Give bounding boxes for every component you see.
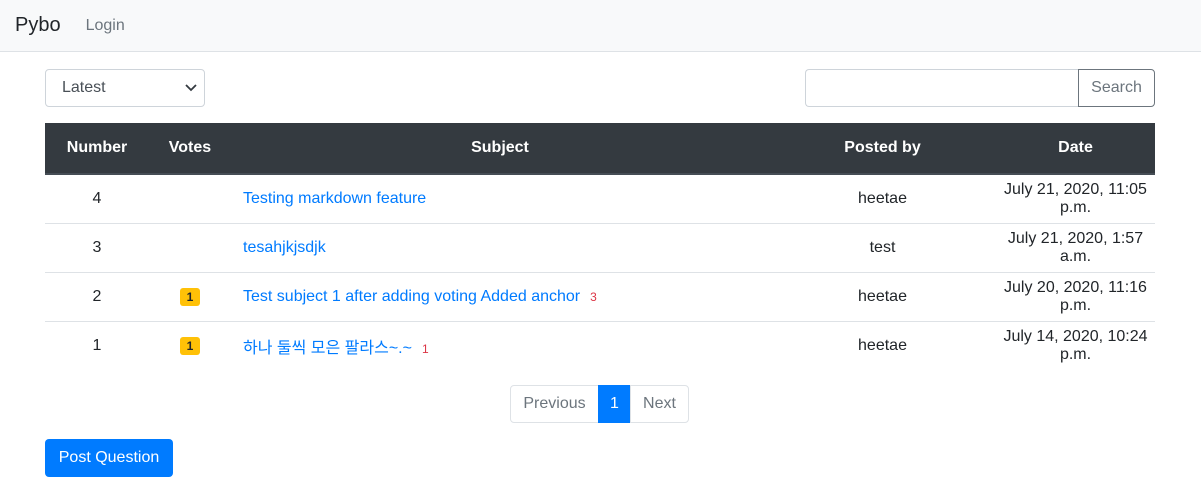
previous-page-button[interactable]: Previous	[510, 385, 599, 423]
row-subject: Testing markdown feature	[231, 174, 769, 224]
question-link[interactable]: Test subject 1 after adding voting Added…	[243, 288, 580, 305]
table-row: 4 Testing markdown feature heetae July 2…	[45, 174, 1155, 224]
brand-link[interactable]: Pybo	[15, 14, 61, 37]
header-number: Number	[45, 123, 149, 175]
next-page-button[interactable]: Next	[630, 385, 689, 423]
row-subject: 하나 둘씩 모은 팔라스~.~ 1	[231, 321, 769, 370]
row-date: July 20, 2020, 11:16 p.m.	[996, 272, 1155, 322]
table-header-row: Number Votes Subject Posted by Date	[45, 123, 1155, 175]
vote-count-badge: 1	[179, 337, 201, 355]
header-posted-by: Posted by	[769, 123, 996, 175]
row-number: 1	[45, 321, 149, 370]
question-table: Number Votes Subject Posted by Date 4 Te…	[45, 123, 1155, 370]
sort-select[interactable]: Latest	[45, 69, 205, 107]
table-row: 1 1 하나 둘씩 모은 팔라스~.~ 1 heetae July 14, 202…	[45, 321, 1155, 370]
header-date: Date	[996, 123, 1155, 175]
search-input[interactable]	[805, 69, 1078, 107]
question-link[interactable]: tesahjkjsdjk	[243, 239, 326, 256]
pagination: Previous 1 Next	[510, 385, 689, 423]
toolbar: Latest Search	[45, 69, 1155, 107]
row-number: 3	[45, 223, 149, 273]
header-subject: Subject	[231, 123, 769, 175]
header-votes: Votes	[149, 123, 231, 175]
sort-select-value: Latest	[62, 79, 106, 96]
row-number: 2	[45, 272, 149, 322]
row-date: July 21, 2020, 11:05 p.m.	[1004, 181, 1147, 216]
chevron-down-icon	[185, 84, 197, 92]
navbar: Pybo Login	[0, 0, 1201, 52]
answer-count: 1	[421, 342, 429, 356]
row-author: test	[769, 223, 996, 273]
row-votes	[149, 223, 231, 273]
page-1-button[interactable]: 1	[598, 385, 631, 423]
table-row: 2 1 Test subject 1 after adding voting A…	[45, 272, 1155, 322]
row-subject: Test subject 1 after adding voting Added…	[231, 272, 769, 322]
row-subject: tesahjkjsdjk	[231, 223, 769, 273]
question-link[interactable]: Testing markdown feature	[243, 190, 426, 207]
answer-count: 3	[590, 290, 597, 304]
table-row: 3 tesahjkjsdjk test July 21, 2020, 1:57 …	[45, 223, 1155, 273]
vote-count-badge: 1	[179, 288, 201, 306]
row-votes: 1	[149, 321, 231, 370]
search-button[interactable]: Search	[1078, 69, 1155, 107]
row-author: heetae	[769, 321, 996, 370]
post-question-button[interactable]: Post Question	[45, 439, 173, 477]
question-link[interactable]: 하나 둘씩 모은 팔라스~.~	[243, 340, 412, 357]
row-author: heetae	[769, 272, 996, 322]
search-group: Search	[805, 69, 1155, 107]
login-link[interactable]: Login	[86, 17, 125, 35]
row-votes	[149, 174, 231, 224]
row-number: 4	[92, 190, 102, 207]
row-date: July 21, 2020, 1:57 a.m.	[996, 223, 1155, 273]
row-votes: 1	[149, 272, 231, 322]
row-author: heetae	[858, 190, 907, 207]
row-date: July 14, 2020, 10:24 p.m.	[996, 321, 1155, 370]
